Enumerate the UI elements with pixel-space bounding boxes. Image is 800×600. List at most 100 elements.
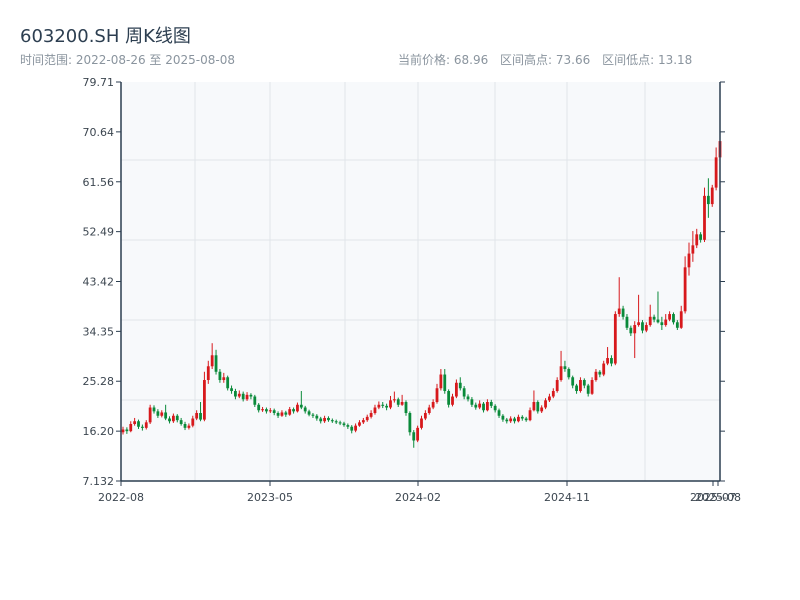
x-tick-label: 2023-05 bbox=[247, 491, 293, 504]
candle-down bbox=[520, 416, 524, 419]
candle-down bbox=[629, 327, 633, 334]
candle-down bbox=[330, 420, 334, 422]
candle-up bbox=[323, 417, 326, 422]
candle-up bbox=[683, 267, 687, 312]
candle-up bbox=[133, 421, 137, 425]
candle-down bbox=[641, 322, 644, 331]
candle-down bbox=[501, 415, 505, 420]
candle-down bbox=[152, 407, 156, 412]
candle-down bbox=[462, 388, 466, 397]
candle-down bbox=[315, 415, 319, 419]
y-tick-label: 16.20 bbox=[83, 425, 115, 438]
candle-up bbox=[288, 409, 292, 415]
candle-down bbox=[156, 411, 160, 416]
candle-down bbox=[493, 405, 497, 411]
candle-down bbox=[513, 418, 516, 422]
candle-down bbox=[586, 385, 590, 394]
candle-up bbox=[400, 402, 404, 405]
candle-up bbox=[633, 325, 637, 334]
candle-up bbox=[237, 393, 241, 397]
candle-up bbox=[354, 425, 357, 431]
candle-down bbox=[482, 403, 485, 411]
candle-down bbox=[458, 382, 462, 389]
candle-down bbox=[443, 374, 447, 392]
candle-down bbox=[307, 411, 311, 415]
candle-up bbox=[637, 322, 640, 326]
candle-up bbox=[509, 418, 513, 422]
candle-down bbox=[241, 393, 245, 400]
candle-up bbox=[555, 380, 559, 392]
y-tick-label: 43.42 bbox=[83, 276, 115, 289]
candle-up bbox=[268, 410, 272, 412]
candle-up bbox=[617, 308, 621, 315]
candle-up bbox=[439, 374, 443, 389]
candle-down bbox=[226, 377, 230, 389]
candle-down bbox=[249, 394, 253, 397]
candle-up bbox=[427, 407, 431, 414]
candle-down bbox=[447, 391, 451, 405]
candle-up bbox=[160, 412, 164, 416]
candle-up bbox=[187, 425, 191, 428]
candle-down bbox=[179, 420, 183, 425]
candle-down bbox=[175, 415, 179, 421]
candle-up bbox=[517, 416, 520, 422]
candle-down bbox=[284, 412, 288, 415]
candle-up bbox=[280, 412, 284, 416]
candle-down bbox=[342, 423, 346, 426]
candle-up bbox=[703, 195, 706, 240]
candle-up bbox=[377, 404, 381, 408]
candle-down bbox=[346, 425, 350, 427]
x-tick-label: 2025-08 bbox=[695, 491, 741, 504]
candle-up bbox=[121, 429, 125, 433]
candle-up bbox=[551, 391, 555, 397]
candle-down bbox=[412, 432, 416, 441]
candle-down bbox=[327, 417, 330, 421]
candle-down bbox=[311, 414, 315, 416]
candle-up bbox=[296, 404, 299, 412]
candle-down bbox=[625, 316, 629, 328]
candle-down bbox=[253, 396, 257, 405]
candle-up bbox=[540, 407, 544, 412]
candle-down bbox=[299, 404, 303, 408]
candle-up bbox=[423, 413, 427, 419]
candle-up bbox=[714, 157, 718, 188]
candle-up bbox=[389, 400, 392, 408]
candle-down bbox=[338, 422, 342, 424]
candle-down bbox=[474, 404, 478, 408]
candle-down bbox=[497, 410, 501, 416]
candle-up bbox=[392, 399, 396, 401]
y-tick-label: 61.56 bbox=[83, 176, 115, 189]
candle-up bbox=[606, 358, 609, 364]
candle-up bbox=[222, 377, 226, 381]
candle-down bbox=[125, 429, 129, 432]
candle-up bbox=[451, 396, 454, 405]
candle-up bbox=[454, 382, 458, 397]
candle-down bbox=[265, 409, 268, 412]
candle-up bbox=[361, 420, 365, 423]
candle-down bbox=[385, 405, 389, 408]
candle-up bbox=[687, 253, 691, 268]
candle-down bbox=[334, 421, 338, 423]
candle-down bbox=[571, 377, 575, 386]
candle-up bbox=[486, 402, 489, 411]
candle-down bbox=[582, 380, 586, 386]
candle-down bbox=[303, 407, 307, 412]
candlestick-chart: 79.71 70.64 61.56 52.49 43.42 34.35 25.28 16.20… bbox=[83, 76, 741, 504]
candle-up bbox=[261, 409, 264, 411]
candle-down bbox=[272, 410, 276, 414]
candle-down bbox=[396, 399, 400, 405]
candle-down bbox=[168, 418, 171, 422]
candle-down bbox=[567, 369, 571, 378]
candle-up bbox=[431, 402, 435, 408]
candle-down bbox=[699, 234, 703, 240]
candle-up bbox=[579, 380, 582, 392]
candle-up bbox=[358, 422, 361, 426]
candle-down bbox=[563, 366, 567, 370]
candle-up bbox=[668, 314, 672, 320]
x-tick-label: 2022-08 bbox=[98, 491, 144, 504]
candle-down bbox=[470, 399, 474, 405]
candle-down bbox=[536, 402, 540, 412]
candle-down bbox=[610, 358, 613, 364]
candle-down bbox=[598, 371, 602, 375]
y-tick-label: 79.71 bbox=[83, 76, 115, 89]
